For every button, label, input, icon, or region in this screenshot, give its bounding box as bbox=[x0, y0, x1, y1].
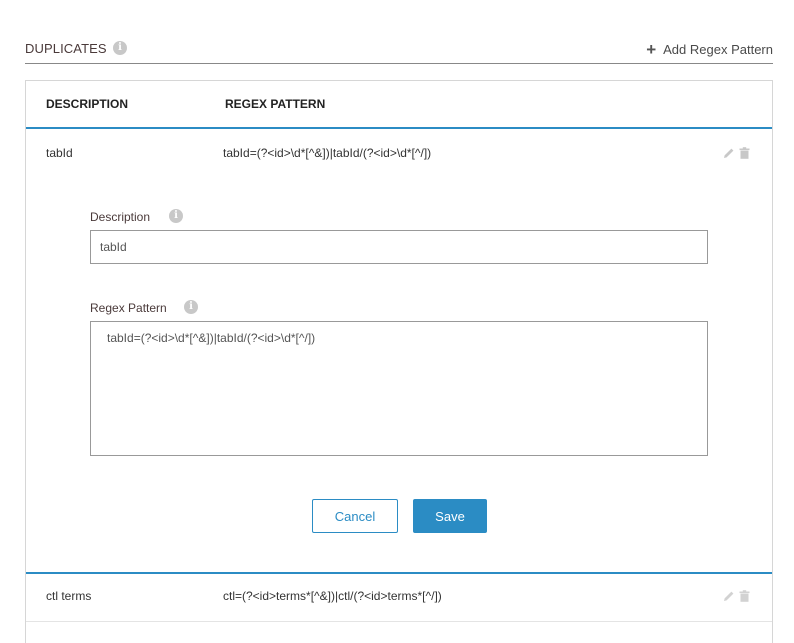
delete-icon[interactable] bbox=[739, 589, 750, 607]
info-icon[interactable]: i bbox=[169, 209, 183, 223]
row-actions bbox=[723, 589, 750, 607]
row-pattern: ctl=(?<id>terms*[^&])|ctl/(?<id>terms*[^… bbox=[223, 589, 442, 603]
add-regex-pattern-label: Add Regex Pattern bbox=[663, 42, 773, 57]
add-regex-pattern-button[interactable]: + Add Regex Pattern bbox=[646, 40, 773, 60]
cancel-button[interactable]: Cancel bbox=[312, 499, 398, 533]
row-actions bbox=[723, 146, 750, 164]
row-divider bbox=[26, 572, 772, 574]
row-description: tabId bbox=[46, 146, 73, 160]
info-icon[interactable]: i bbox=[113, 41, 127, 55]
column-header-regex-pattern: REGEX PATTERN bbox=[225, 97, 326, 111]
patterns-table: DESCRIPTION REGEX PATTERN tabId tabId=(?… bbox=[25, 80, 773, 643]
edit-icon[interactable] bbox=[723, 146, 735, 164]
section-header: DUPLICATES i + Add Regex Pattern bbox=[25, 38, 773, 64]
save-button[interactable]: Save bbox=[413, 499, 487, 533]
delete-icon[interactable] bbox=[739, 146, 750, 164]
table-header: DESCRIPTION REGEX PATTERN bbox=[26, 81, 772, 129]
plus-icon: + bbox=[646, 40, 657, 59]
info-icon[interactable]: i bbox=[184, 300, 198, 314]
edit-icon[interactable] bbox=[723, 589, 735, 607]
column-header-description: DESCRIPTION bbox=[46, 97, 129, 111]
regex-pattern-label: Regex Pattern bbox=[90, 301, 167, 315]
regex-pattern-textarea[interactable]: tabId=(?<id>\d*[^&])|tabId/(?<id>\d*[^/]… bbox=[90, 321, 708, 456]
row-divider bbox=[26, 621, 772, 622]
row-pattern: tabId=(?<id>\d*[^&])|tabId/(?<id>\d*[^/]… bbox=[223, 146, 432, 160]
description-label: Description bbox=[90, 210, 151, 224]
section-title: DUPLICATES bbox=[25, 41, 107, 56]
row-description: ctl terms bbox=[46, 589, 92, 603]
description-input[interactable] bbox=[90, 230, 708, 264]
